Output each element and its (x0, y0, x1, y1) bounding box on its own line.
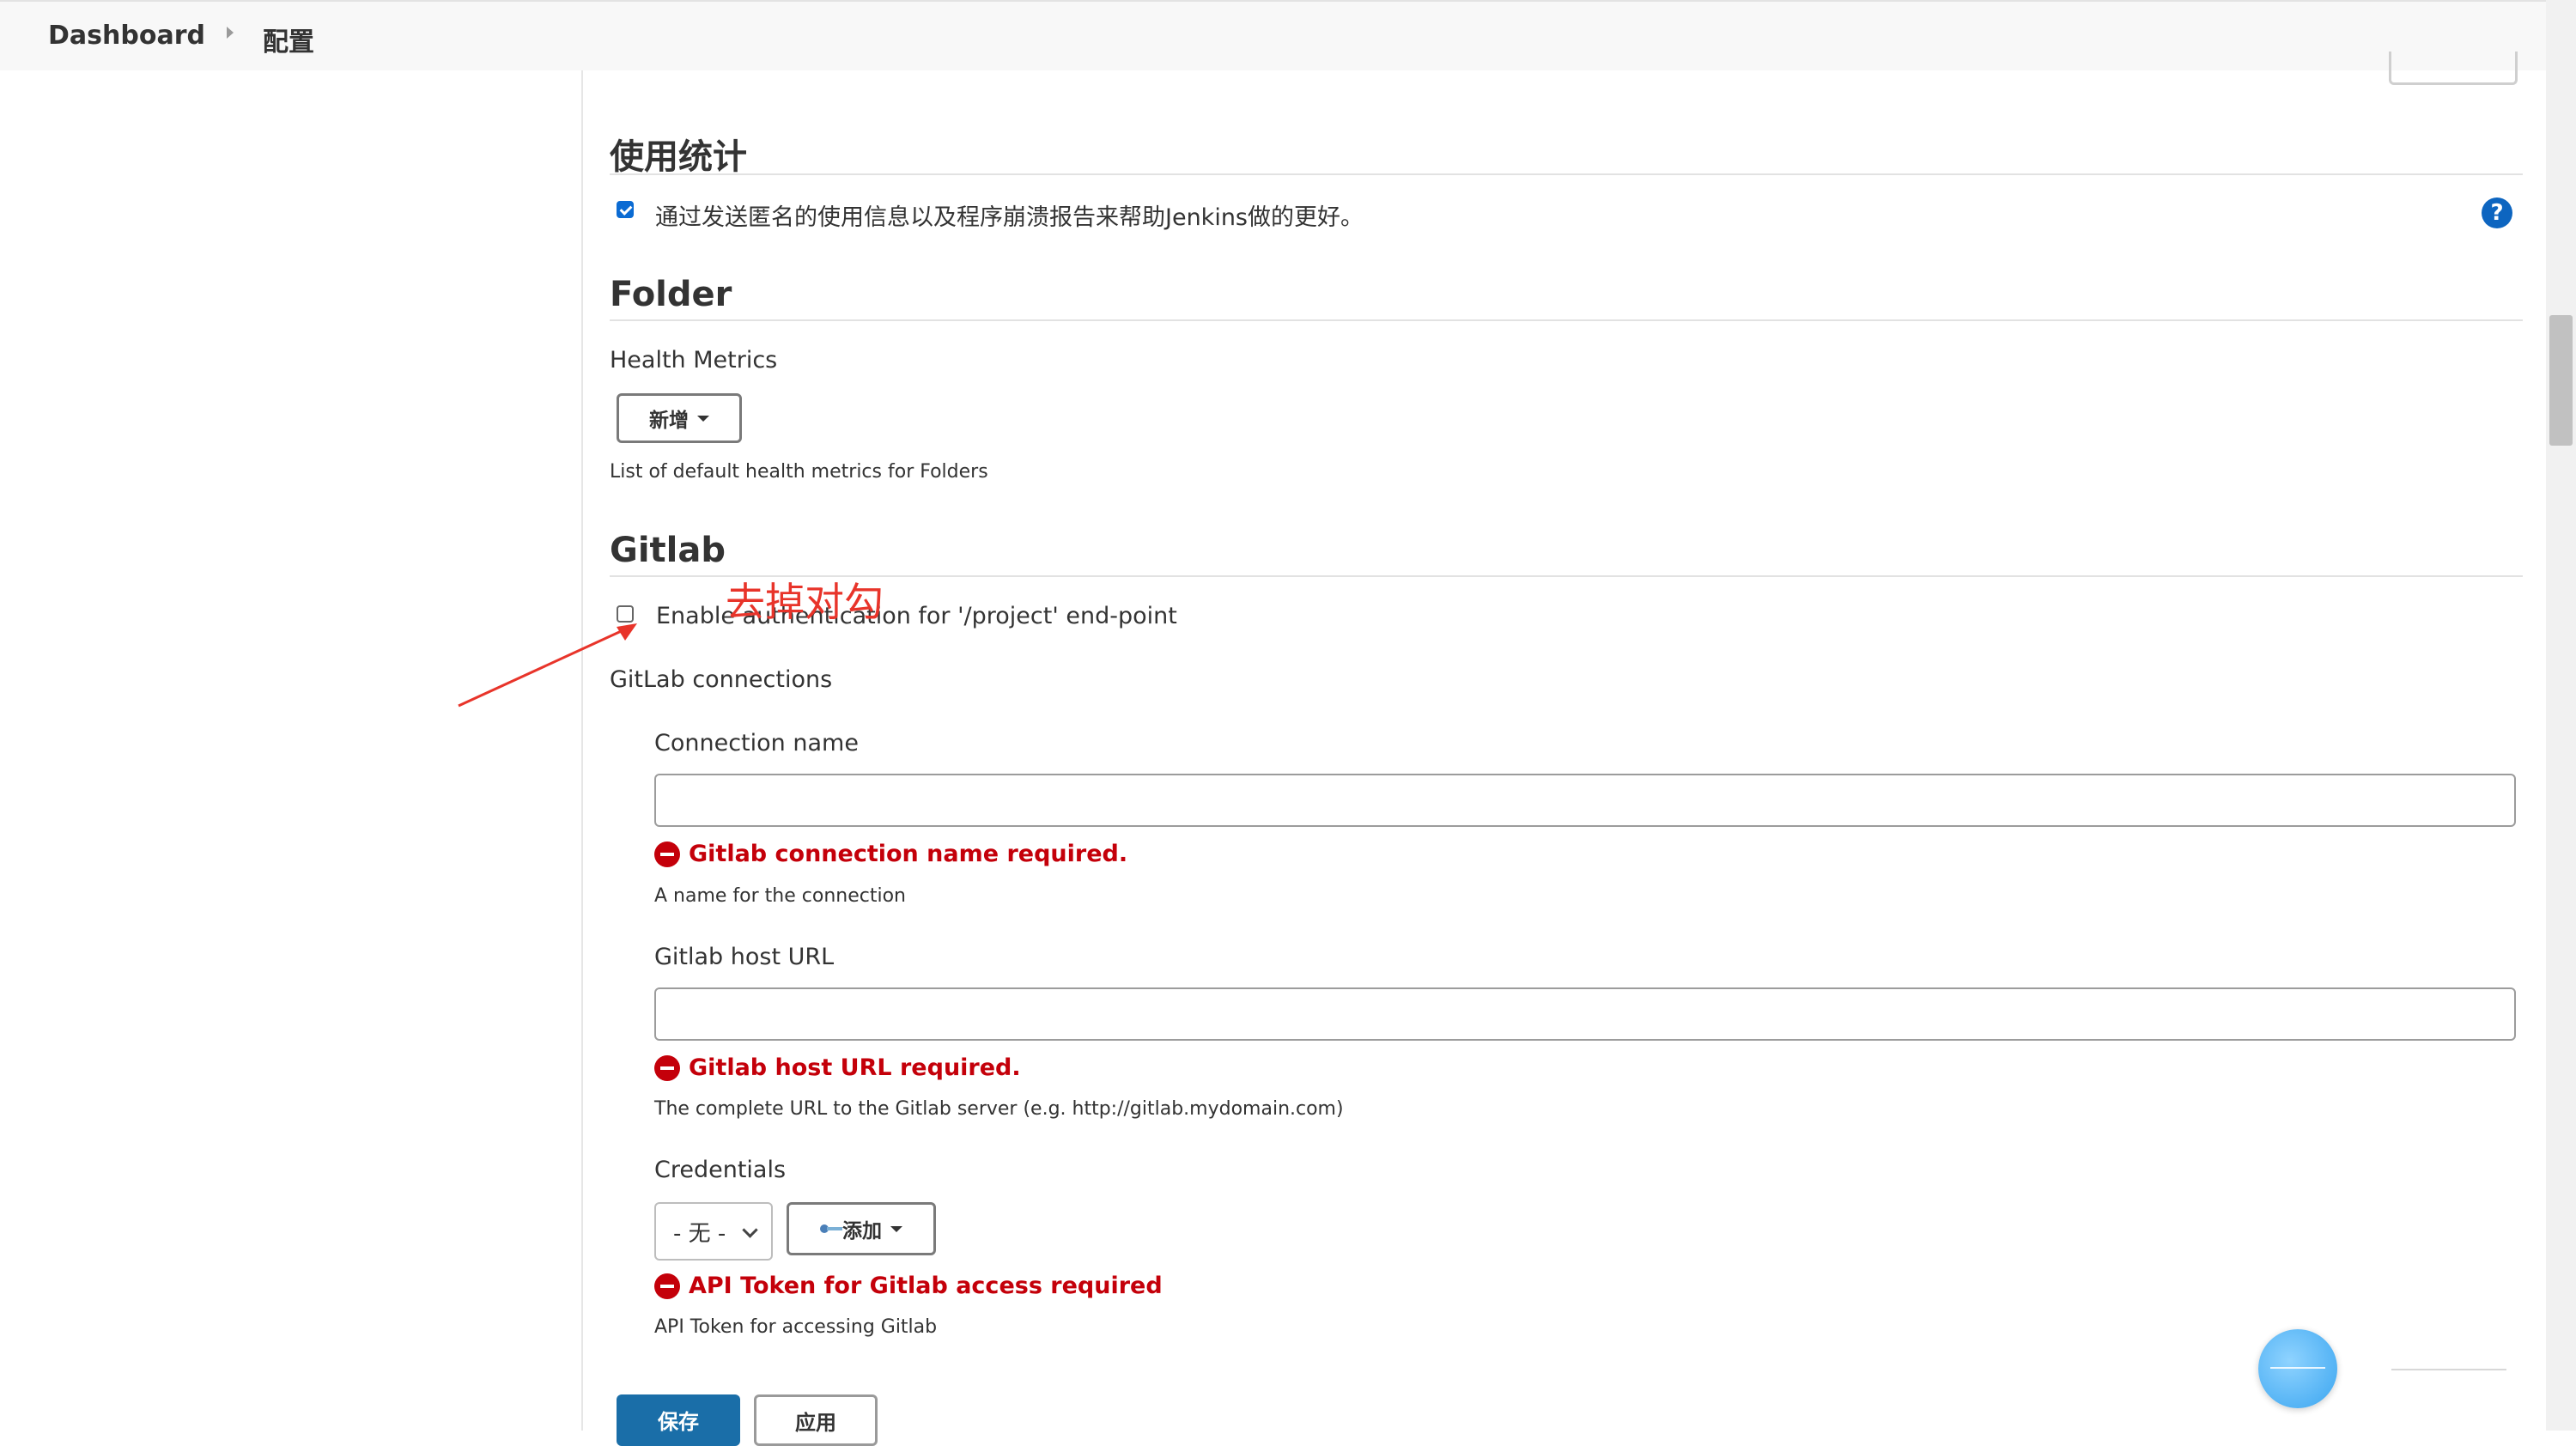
section-divider (610, 173, 2523, 175)
caret-down-icon (890, 1225, 902, 1232)
usage-stats-checkbox[interactable] (617, 201, 634, 218)
connection-name-input[interactable] (654, 774, 2516, 827)
breadcrumb-dashboard-link[interactable]: Dashboard (48, 21, 205, 51)
help-icon[interactable]: ? (2482, 197, 2512, 228)
credentials-label: Credentials (654, 1157, 787, 1183)
usage-section-title: 使用统计 (610, 137, 747, 177)
host-url-error: Gitlab host URL required. (654, 1054, 1021, 1081)
annotation-text: 去掉对勾 (726, 579, 884, 625)
chevron-down-icon (742, 1222, 758, 1238)
credentials-select[interactable]: - 无 - (654, 1202, 773, 1261)
key-icon (820, 1224, 842, 1233)
credentials-error: API Token for Gitlab access required (654, 1273, 1163, 1299)
annotation-arrow-icon (458, 623, 637, 708)
add-button-label: 新增 (649, 410, 689, 432)
credentials-selected-value: - 无 - (673, 1220, 726, 1247)
usage-stats-label: 通过发送匿名的使用信息以及程序崩溃报告来帮助Jenkins做的更好。 (655, 204, 1364, 231)
section-divider (610, 319, 2523, 321)
error-icon (654, 1273, 680, 1299)
scrollbar-thumb[interactable] (2549, 315, 2573, 446)
connection-name-label: Connection name (654, 730, 859, 756)
host-url-input[interactable] (654, 987, 2516, 1041)
breadcrumb-bar: Dashboard 配置 (0, 0, 2546, 70)
health-metrics-add-button[interactable]: 新增 (617, 393, 742, 443)
connection-name-error: Gitlab connection name required. (654, 841, 1127, 867)
credentials-add-button[interactable]: 添加 (787, 1202, 936, 1255)
breadcrumb-separator-icon (227, 27, 234, 39)
health-metrics-description: List of default health metrics for Folde… (610, 461, 988, 483)
health-metrics-label: Health Metrics (610, 347, 778, 374)
save-button[interactable]: 保存 (617, 1394, 740, 1446)
credentials-add-label: 添加 (842, 1220, 882, 1242)
error-icon (654, 841, 680, 867)
section-divider (610, 575, 2523, 577)
partial-button[interactable] (2389, 52, 2518, 85)
host-url-label: Gitlab host URL (654, 944, 835, 970)
connection-name-description: A name for the connection (654, 885, 906, 907)
host-url-error-text: Gitlab host URL required. (689, 1054, 1021, 1081)
vertical-scrollbar[interactable] (2546, 0, 2576, 1431)
folder-section-title: Folder (610, 275, 732, 314)
caret-down-icon (697, 415, 709, 422)
credentials-error-text: API Token for Gitlab access required (689, 1273, 1163, 1299)
connection-name-error-text: Gitlab connection name required. (689, 841, 1128, 867)
host-url-description: The complete URL to the Gitlab server (e… (654, 1098, 1344, 1120)
error-icon (654, 1054, 680, 1081)
apply-button[interactable]: 应用 (754, 1394, 878, 1446)
breadcrumb-current: 配置 (263, 27, 314, 58)
side-panel-divider (581, 70, 583, 1431)
divider (2391, 1369, 2506, 1370)
credentials-description: API Token for accessing Gitlab (654, 1316, 938, 1338)
floating-assistant-icon[interactable] (2258, 1329, 2337, 1408)
gitlab-section-title: Gitlab (610, 531, 726, 570)
